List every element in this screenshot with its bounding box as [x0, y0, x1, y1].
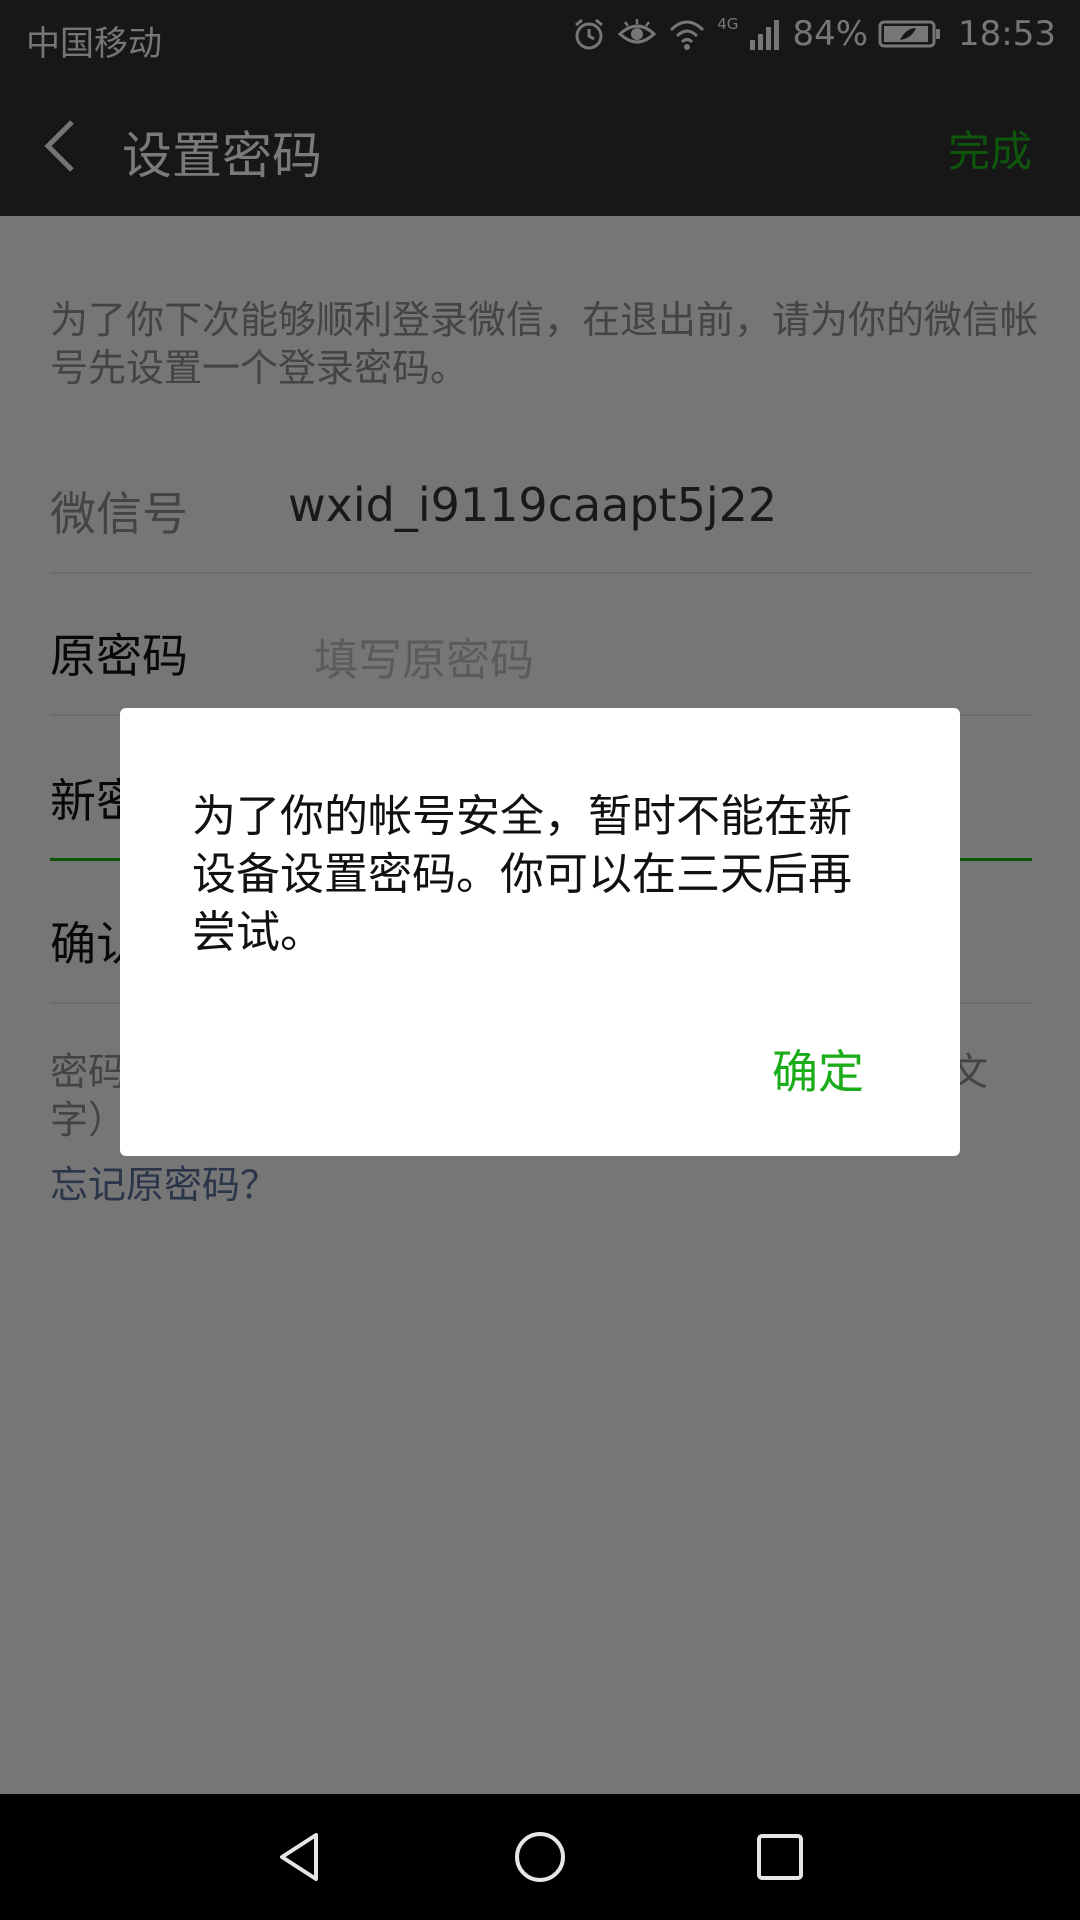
system-nav-bar	[0, 1794, 1080, 1920]
back-triangle-icon	[280, 1833, 318, 1881]
alert-dialog: 为了你的帐号安全，暂时不能在新设备设置密码。你可以在三天后再尝试。 确定	[120, 708, 960, 1156]
system-back-button[interactable]	[270, 1827, 330, 1887]
dialog-message: 为了你的帐号安全，暂时不能在新设备设置密码。你可以在三天后再尝试。	[192, 791, 852, 958]
ok-button[interactable]: 确定	[772, 1036, 864, 1102]
home-circle-icon	[515, 1832, 565, 1882]
system-recents-button[interactable]	[750, 1827, 810, 1887]
system-home-button[interactable]	[510, 1827, 570, 1887]
recents-square-icon	[757, 1834, 803, 1880]
